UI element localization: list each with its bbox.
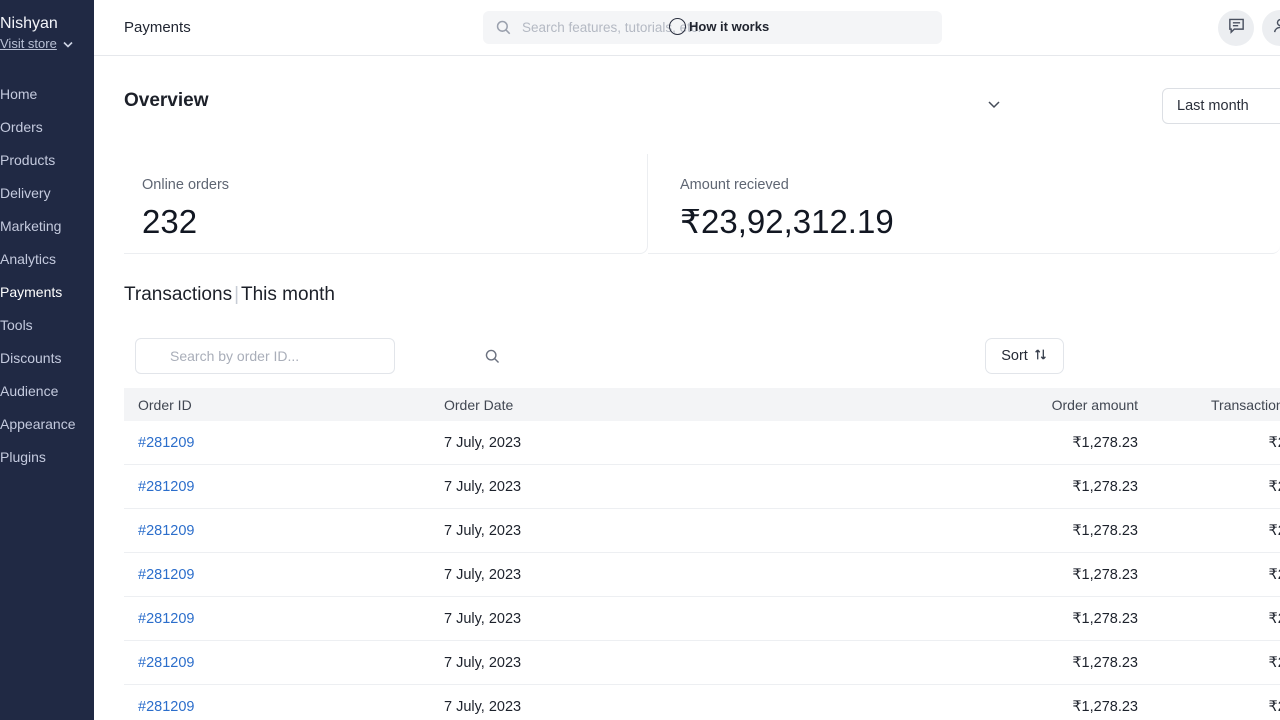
metric-card-amount-recieved: Amount recieved ₹23,92,312.19 (648, 154, 1280, 254)
transactions-table: Order ID Order Date Order amount Transac… (124, 388, 1280, 720)
order-id-link[interactable]: #281209 (138, 435, 194, 451)
cell-order-id: #281209 (124, 435, 444, 451)
sidebar-item-audience[interactable]: Audience (0, 375, 94, 408)
date-range-value: Last month (1177, 98, 1249, 114)
cell-order-id: #281209 (124, 699, 444, 715)
cell-order-date: 7 July, 2023 (444, 698, 522, 715)
cell-transaction-fees: ₹22.80 (1268, 698, 1280, 715)
table-header-row: Order ID Order Date Order amount Transac… (124, 388, 1280, 421)
metric-value: 232 (142, 203, 198, 240)
sidebar-item-analytics[interactable]: Analytics (0, 243, 94, 276)
cell-order-id: #281209 (124, 479, 444, 495)
sidebar-item-tools[interactable]: Tools (0, 309, 94, 342)
cell-order-date: 7 July, 2023 (444, 654, 522, 671)
metric-label: Online orders (142, 177, 230, 193)
sidebar-nav: Home Orders Products Delivery Marketing … (0, 78, 94, 474)
table-row[interactable]: #281209 7 July, 2023 ₹1,278.23 ₹22.80 (124, 641, 1280, 685)
cell-order-id: #281209 (124, 655, 444, 671)
main-content: Overview Last month Online orders 232 Am… (94, 56, 1280, 720)
topbar-actions (1218, 10, 1280, 46)
cell-order-id: #281209 (124, 611, 444, 627)
column-header-order-id: Order ID (138, 396, 192, 413)
column-header-order-amount: Order amount (1051, 396, 1138, 413)
cell-order-id: #281209 (124, 523, 444, 539)
cell-order-date: 7 July, 2023 (444, 610, 522, 627)
payments-app: Nishyan Visit store Home Orders Products… (0, 0, 1280, 720)
cell-transaction-fees: ₹22.80 (1268, 566, 1280, 583)
cell-order-amount: ₹1,278.23 (1072, 610, 1138, 627)
order-id-link[interactable]: #281209 (138, 479, 194, 495)
cell-order-id: #281209 (124, 567, 444, 583)
table-row[interactable]: #281209 7 July, 2023 ₹1,278.23 ₹22.80 (124, 509, 1280, 553)
cell-order-amount: ₹1,278.23 (1072, 522, 1138, 539)
order-search-placeholder: Search by order ID... (170, 348, 300, 364)
order-id-link[interactable]: #281209 (138, 699, 194, 715)
chat-icon (1227, 16, 1246, 40)
sidebar-item-discounts[interactable]: Discounts (0, 342, 94, 375)
cell-order-date: 7 July, 2023 (444, 478, 522, 495)
cell-order-amount: ₹1,278.23 (1072, 654, 1138, 671)
cell-transaction-fees: ₹22.80 (1268, 434, 1280, 451)
metric-label: Amount recieved (680, 177, 789, 193)
store-switcher[interactable]: Nishyan Visit store (0, 0, 94, 54)
avatar-icon (1271, 16, 1280, 40)
cell-order-date: 7 July, 2023 (444, 522, 522, 539)
date-range-select[interactable]: Last month (1162, 88, 1280, 124)
cell-order-amount: ₹1,278.23 (1072, 434, 1138, 451)
sidebar-item-payments[interactable]: Payments (0, 276, 94, 309)
column-header-transaction-fees: Transaction fees (1211, 396, 1280, 413)
sort-button[interactable]: Sort (985, 338, 1064, 374)
how-it-works-label: How it works (689, 19, 770, 34)
sidebar-item-marketing[interactable]: Marketing (0, 210, 94, 243)
store-name: Nishyan (0, 15, 58, 32)
profile-button[interactable] (1262, 10, 1280, 46)
order-id-link[interactable]: #281209 (138, 567, 194, 583)
sidebar-item-appearance[interactable]: Appearance (0, 408, 94, 441)
cell-order-amount: ₹1,278.23 (1072, 566, 1138, 583)
cell-transaction-fees: ₹22.80 (1268, 522, 1280, 539)
cell-transaction-fees: ₹22.80 (1268, 610, 1280, 627)
chevron-down-icon[interactable] (984, 94, 1004, 114)
order-id-link[interactable]: #281209 (138, 611, 194, 627)
page-title: Payments (124, 19, 191, 36)
sort-arrows-icon (1033, 347, 1048, 366)
metric-value: ₹23,92,312.19 (680, 203, 894, 240)
sidebar-item-delivery[interactable]: Delivery (0, 177, 94, 210)
table-row[interactable]: #281209 7 July, 2023 ₹1,278.23 ₹22.80 (124, 597, 1280, 641)
order-id-link[interactable]: #281209 (138, 523, 194, 539)
question-circle-icon (669, 18, 686, 35)
sidebar: Nishyan Visit store Home Orders Products… (0, 0, 94, 720)
order-search-input[interactable]: Search by order ID... (135, 338, 395, 374)
sidebar-item-products[interactable]: Products (0, 144, 94, 177)
cell-transaction-fees: ₹22.80 (1268, 654, 1280, 671)
transactions-title-main: Transactions (124, 284, 233, 305)
order-id-link[interactable]: #281209 (138, 655, 194, 671)
table-row[interactable]: #281209 7 July, 2023 ₹1,278.23 ₹22.80 (124, 553, 1280, 597)
sidebar-item-home[interactable]: Home (0, 78, 94, 111)
sort-label: Sort (1001, 348, 1028, 364)
overview-title: Overview (124, 90, 209, 111)
table-row[interactable]: #281209 7 July, 2023 ₹1,278.23 ₹22.80 (124, 685, 1280, 720)
chat-button[interactable] (1218, 10, 1254, 46)
chevron-down-icon[interactable] (60, 36, 76, 52)
metric-cards: Online orders 232 Amount recieved ₹23,92… (124, 154, 1280, 254)
cell-transaction-fees: ₹22.80 (1268, 478, 1280, 495)
metric-card-online-orders: Online orders 232 (124, 154, 648, 254)
column-header-order-date: Order Date (444, 396, 514, 413)
how-it-works-link[interactable]: How it works (669, 18, 769, 35)
cell-order-amount: ₹1,278.23 (1072, 478, 1138, 495)
transactions-title: Transactions | This month (124, 284, 335, 306)
transactions-title-period: This month (241, 284, 335, 305)
sidebar-item-orders[interactable]: Orders (0, 111, 94, 144)
table-row[interactable]: #281209 7 July, 2023 ₹1,278.23 ₹22.80 (124, 421, 1280, 465)
topbar: Payments Search features, tutorials, etc… (94, 0, 1280, 56)
search-icon[interactable] (484, 348, 501, 365)
table-row[interactable]: #281209 7 July, 2023 ₹1,278.23 ₹22.80 (124, 465, 1280, 509)
cell-order-date: 7 July, 2023 (444, 434, 522, 451)
search-icon (495, 19, 512, 36)
cell-order-date: 7 July, 2023 (444, 566, 522, 583)
cell-order-amount: ₹1,278.23 (1072, 698, 1138, 715)
sidebar-item-plugins[interactable]: Plugins (0, 441, 94, 474)
transactions-title-separator: | (234, 284, 239, 305)
